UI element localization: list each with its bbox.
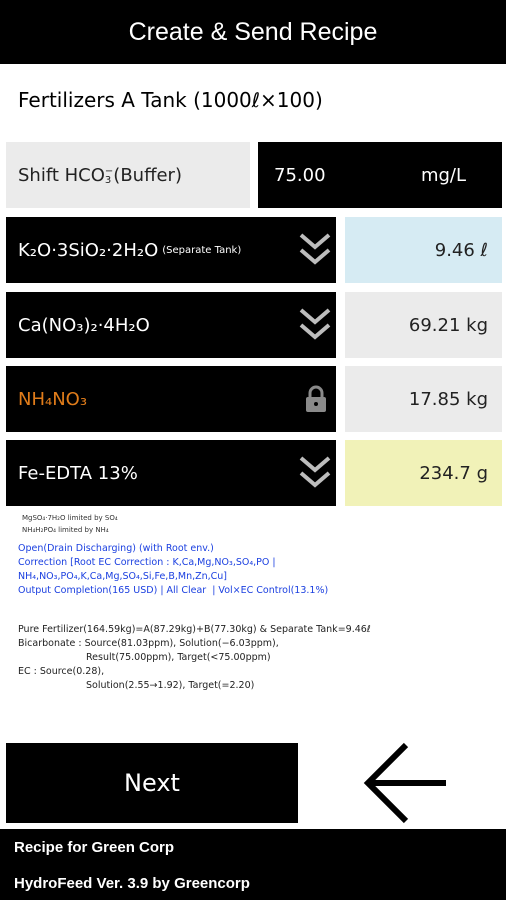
chevron-double-down-icon[interactable]	[298, 307, 332, 343]
summary-ec: EC : Source(0.28),	[18, 666, 105, 677]
footer-version: HydroFeed Ver. 3.9 by Greencorp	[14, 875, 250, 892]
shift-hco3-label: Shift HCO −3 (Buffer)	[6, 142, 250, 208]
status-open-drain[interactable]: Open(Drain Discharging) (with Root env.)	[18, 542, 214, 556]
fertilizer-value-ca-no3[interactable]: 69.21 kg	[345, 292, 502, 358]
summary-bicarbonate-result: Result(75.00ppm), Target(<75.00ppm)	[86, 652, 271, 663]
fertilizer-label: Ca(NO₃)₂·4H₂O	[18, 314, 150, 336]
shift-label-sub: 3	[104, 175, 112, 186]
fertilizer-row-ca-no3[interactable]: Ca(NO₃)₂·4H₂O	[6, 292, 336, 358]
fertilizer-label: Fe-EDTA 13%	[18, 462, 138, 484]
fertilizer-value: 17.85 kg	[408, 388, 488, 410]
summary-ec-solution: Solution(2.55→1.92), Target(=2.20)	[86, 680, 255, 691]
fertilizer-value: 234.7 g	[419, 462, 488, 484]
shift-value: 75.00	[274, 164, 326, 186]
shift-unit: mg/L	[420, 164, 466, 186]
note-limit-mgso4: MgSO₄·7H₂O limited by SO₄	[22, 514, 118, 522]
note-limit-nh4h2po4: NH₄H₂PO₄ limited by NH₄	[22, 526, 109, 534]
fertilizer-row-nh4no3[interactable]: NH₄NO₃	[6, 366, 336, 432]
tank-title: Fertilizers A Tank (1000ℓ×100)	[18, 88, 323, 112]
summary-pure-fertilizer: Pure Fertilizer(164.59kg)=A(87.29kg)+B(7…	[18, 624, 371, 635]
status-correction[interactable]: Correction [Root EC Correction : K,Ca,Mg…	[18, 556, 276, 570]
footer: Recipe for Green Corp HydroFeed Ver. 3.9…	[0, 829, 506, 900]
shift-label-prefix: Shift HCO	[18, 164, 105, 186]
lock-icon[interactable]	[304, 385, 328, 413]
fertilizer-label: NH₄NO₃	[18, 388, 88, 410]
summary-bicarbonate: Bicarbonate : Source(81.03ppm), Solution…	[18, 638, 279, 649]
fertilizer-value-fe-edta[interactable]: 234.7 g	[345, 440, 502, 506]
fertilizer-value-k2o-sio2[interactable]: 9.46 ℓ	[345, 217, 502, 283]
page-title: Create & Send Recipe	[128, 17, 378, 46]
status-output-completion[interactable]: Output Completion(165 USD) | All Clear |…	[18, 584, 328, 598]
back-arrow-icon[interactable]	[360, 740, 452, 826]
fertilizer-label: K₂O·3SiO₂·2H₂O	[18, 239, 159, 261]
fertilizer-value-nh4no3[interactable]: 17.85 kg	[345, 366, 502, 432]
status-correction-ions[interactable]: NH₄,NO₃,PO₄,K,Ca,Mg,SO₄,Si,Fe,B,Mn,Zn,Cu…	[18, 570, 227, 584]
next-button[interactable]: Next	[6, 743, 298, 823]
app-header: Create & Send Recipe	[0, 0, 506, 64]
shift-value-field[interactable]: 75.00 mg/L	[258, 142, 502, 208]
fertilizer-row-fe-edta[interactable]: Fe-EDTA 13%	[6, 440, 336, 506]
shift-label-suffix: (Buffer)	[113, 164, 182, 186]
fertilizer-row-k2o-sio2[interactable]: K₂O·3SiO₂·2H₂O (Separate Tank)	[6, 217, 336, 283]
footer-recipe-for: Recipe for Green Corp	[14, 839, 175, 856]
fertilizer-value: 69.21 kg	[408, 314, 488, 336]
fertilizer-value: 9.46 ℓ	[434, 239, 488, 261]
chevron-double-down-icon[interactable]	[298, 232, 332, 268]
chevron-double-down-icon[interactable]	[298, 455, 332, 491]
fertilizer-label-note: (Separate Tank)	[162, 244, 242, 256]
